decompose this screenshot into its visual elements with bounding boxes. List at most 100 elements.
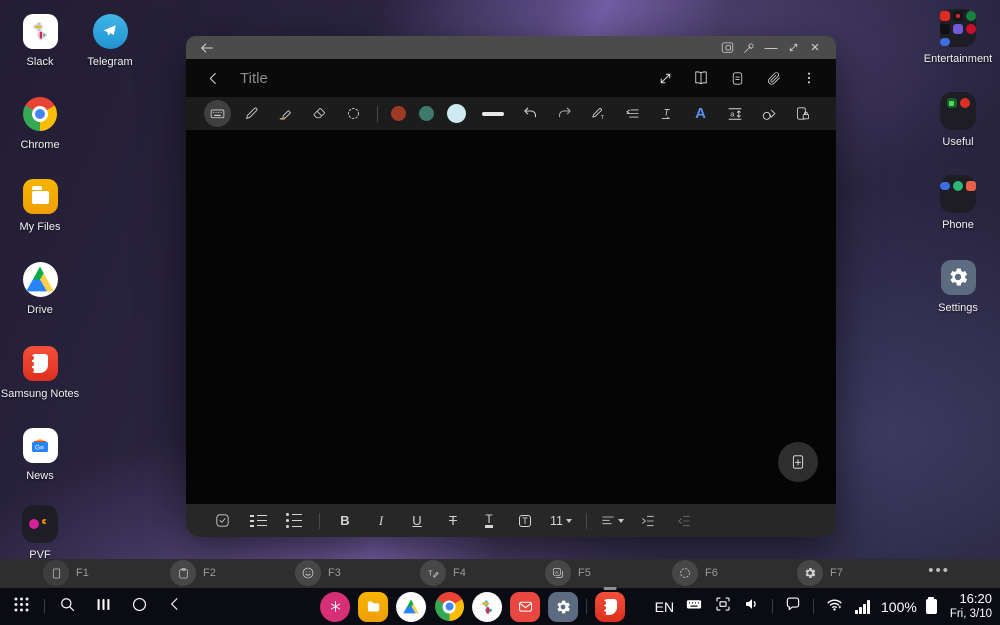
attach-button[interactable] <box>760 65 786 91</box>
desktop-label: Samsung Notes <box>1 387 79 403</box>
desktop-icon-settings[interactable]: Settings <box>918 259 998 317</box>
pin-window-button[interactable] <box>738 39 760 57</box>
shape-recognition-button[interactable] <box>755 100 782 127</box>
wifi-icon[interactable] <box>825 596 844 618</box>
numbered-list-button[interactable] <box>244 507 272 534</box>
highlighter-tool-button[interactable] <box>272 100 299 127</box>
news-icon: G≡ <box>23 428 58 463</box>
handwriting-beautify-button[interactable]: A <box>687 100 714 127</box>
cellular-signal-icon[interactable] <box>855 600 870 614</box>
desktop-icon-samsung-notes[interactable]: Samsung Notes <box>0 345 80 403</box>
desktop-icon-drive[interactable]: Drive <box>0 261 80 319</box>
back-button[interactable] <box>166 595 184 618</box>
tilt-correction-button[interactable]: T <box>653 100 680 127</box>
fkey-f7[interactable]: F7 <box>797 560 843 586</box>
pen-toolbar: T T A a <box>186 97 836 130</box>
line-spacing-button[interactable]: a <box>721 100 748 127</box>
search-button[interactable] <box>58 595 77 619</box>
more-fkeys-button[interactable]: ••• <box>928 562 950 579</box>
desktop-icon-chrome[interactable]: Chrome <box>0 96 80 154</box>
desktop-icon-telegram[interactable]: Telegram <box>70 13 150 71</box>
pen-color-red[interactable] <box>391 106 406 121</box>
desktop-label: My Files <box>20 220 61 236</box>
page-view-button[interactable] <box>688 65 714 91</box>
convert-to-text-button[interactable]: T <box>585 100 612 127</box>
text-highlight-button[interactable]: T <box>511 507 539 534</box>
time: 16:20 <box>950 591 992 607</box>
notifications-icon[interactable] <box>784 595 802 618</box>
apps-grid-button[interactable] <box>12 595 31 619</box>
dock-settings-icon[interactable] <box>548 592 578 622</box>
chevron-down-icon <box>566 519 572 523</box>
text-color-button[interactable]: T <box>475 507 503 534</box>
volume-icon[interactable] <box>743 595 761 618</box>
checklist-button[interactable] <box>208 507 236 534</box>
popup-view-button[interactable] <box>716 39 738 57</box>
dock-samsung-notes-icon[interactable] <box>595 592 625 622</box>
strikethrough-button[interactable]: T <box>439 507 467 534</box>
more-options-button[interactable] <box>796 65 822 91</box>
italic-button[interactable]: I <box>367 507 395 534</box>
indent-increase-button[interactable] <box>634 507 662 534</box>
window-titlebar[interactable]: — × <box>186 36 836 59</box>
font-size-dropdown[interactable]: 11 <box>547 507 575 534</box>
expand-note-button[interactable] <box>652 65 678 91</box>
note-back-button[interactable] <box>200 65 226 91</box>
alignment-dropdown[interactable] <box>598 507 626 534</box>
fkey-f2[interactable]: F2 <box>170 560 216 586</box>
keyboard-mode-button[interactable] <box>204 100 231 127</box>
telegram-icon <box>93 14 128 49</box>
fkey-f4[interactable]: T F4 <box>420 560 466 586</box>
fkey-f1[interactable]: F1 <box>43 560 89 586</box>
keyboard-language[interactable]: EN <box>655 599 674 615</box>
dock-chrome-icon[interactable] <box>434 592 464 622</box>
note-canvas[interactable] <box>186 130 836 504</box>
dock-email-icon[interactable] <box>510 592 540 622</box>
underline-button[interactable]: U <box>403 507 431 534</box>
bullet-list-button[interactable] <box>280 507 308 534</box>
note-title-field[interactable]: Title <box>240 70 642 87</box>
dock-my-files-icon[interactable] <box>358 592 388 622</box>
pen-color-blue-selected[interactable] <box>447 104 466 123</box>
fkey-f3[interactable]: F3 <box>295 560 341 586</box>
dock-slack-icon[interactable] <box>472 592 502 622</box>
lasso-select-button[interactable] <box>340 100 367 127</box>
svg-text:a: a <box>730 109 735 118</box>
desktop-folder-entertainment[interactable]: Entertainment <box>918 10 998 68</box>
dock-penup-icon[interactable] <box>320 592 350 622</box>
pen-tool-button[interactable] <box>238 100 265 127</box>
screen-capture-icon[interactable] <box>714 595 732 618</box>
toolbar-divider <box>319 513 320 529</box>
desktop-icon-slack[interactable]: Slack <box>0 13 80 71</box>
redo-button[interactable] <box>551 100 578 127</box>
text-format-toolbar: B I U T T T 11 <box>186 504 836 537</box>
running-app-indicator <box>604 587 617 590</box>
desktop-folder-pvf[interactable]: PVF <box>0 506 80 564</box>
auto-straighten-button[interactable] <box>619 100 646 127</box>
desktop-folder-phone[interactable]: Phone <box>918 176 998 234</box>
clock[interactable]: 16:20 Fri, 3/10 <box>950 591 992 622</box>
indent-decrease-button[interactable] <box>670 507 698 534</box>
bold-button[interactable]: B <box>331 507 359 534</box>
fkey-f5[interactable]: A F5 <box>545 560 591 586</box>
minimize-button[interactable]: — <box>760 39 782 57</box>
add-page-button[interactable] <box>778 442 818 482</box>
fkey-f6[interactable]: F6 <box>672 560 718 586</box>
eraser-tool-button[interactable] <box>306 100 333 127</box>
desktop-icon-news[interactable]: G≡ News <box>0 427 80 485</box>
maximize-button[interactable] <box>782 39 804 57</box>
recents-button[interactable] <box>94 595 113 619</box>
window-back-button[interactable] <box>196 39 218 57</box>
note-template-button[interactable] <box>724 65 750 91</box>
undo-button[interactable] <box>517 100 544 127</box>
dock-drive-icon[interactable] <box>396 592 426 622</box>
stroke-width-preview[interactable] <box>482 112 504 116</box>
desktop-icon-my-files[interactable]: My Files <box>0 178 80 236</box>
page-lock-button[interactable] <box>789 100 816 127</box>
close-button[interactable]: × <box>804 39 826 57</box>
settings-icon <box>941 260 976 295</box>
home-button[interactable] <box>130 595 149 619</box>
desktop-folder-useful[interactable]: Useful <box>918 93 998 151</box>
keyboard-icon[interactable] <box>685 595 703 618</box>
pen-color-teal[interactable] <box>419 106 434 121</box>
